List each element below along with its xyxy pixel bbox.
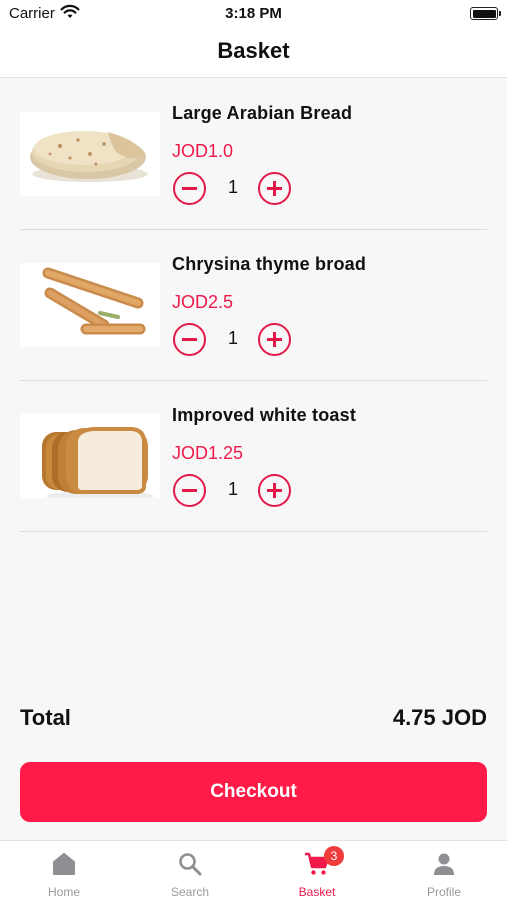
item-name: Chrysina thyme broad [172, 254, 367, 274]
item-price: JOD1.25 [172, 443, 244, 463]
cart-count-badge: 3 [324, 846, 344, 866]
tab-label: Profile [426, 885, 461, 899]
tab-label: Search [170, 885, 210, 899]
item-price: JOD1.0 [172, 141, 234, 161]
increase-qty-button[interactable] [258, 474, 291, 507]
basket-item: Improved white toast JOD1.25 1 [20, 381, 487, 532]
thyme-sticks-image [20, 263, 160, 347]
increase-qty-button[interactable] [258, 323, 291, 356]
checkout-button[interactable]: Checkout [20, 762, 487, 822]
tab-label: Basket [298, 885, 336, 899]
tab-basket[interactable]: 3 Basket [254, 841, 380, 900]
nav-bar: Basket [0, 30, 507, 78]
basket-item: Large Arabian Bread JOD1.0 1 [20, 79, 487, 230]
item-name: Large Arabian Bread [172, 103, 353, 123]
tab-bar: Home Search 3 Basket Profile [0, 840, 507, 900]
decrease-qty-button[interactable] [173, 172, 206, 205]
status-bar: Carrier 3:18 PM [0, 0, 507, 30]
white-toast-image [20, 414, 160, 498]
status-time: 3:18 PM [225, 5, 282, 22]
profile-icon [434, 853, 454, 875]
tab-profile[interactable]: Profile [381, 841, 507, 900]
battery-icon [470, 7, 501, 20]
basket-item: Chrysina thyme broad JOD2.5 1 [20, 230, 487, 381]
tab-home[interactable]: Home [1, 841, 127, 900]
decrease-qty-button[interactable] [173, 474, 206, 507]
item-quantity: 1 [227, 479, 238, 499]
decrease-qty-button[interactable] [173, 323, 206, 356]
item-price: JOD2.5 [172, 292, 234, 312]
increase-qty-button[interactable] [258, 172, 291, 205]
total-value: 4.75 JOD [392, 705, 487, 730]
item-quantity: 1 [227, 177, 238, 197]
home-icon [53, 853, 75, 875]
search-icon [179, 853, 202, 876]
item-name: Improved white toast [172, 405, 357, 425]
arabian-bread-image [20, 112, 160, 196]
page-title: Basket [217, 38, 290, 63]
item-quantity: 1 [227, 328, 238, 348]
tab-label: Home [47, 885, 80, 899]
tab-search[interactable]: Search [127, 841, 253, 900]
total-label: Total [20, 705, 71, 730]
